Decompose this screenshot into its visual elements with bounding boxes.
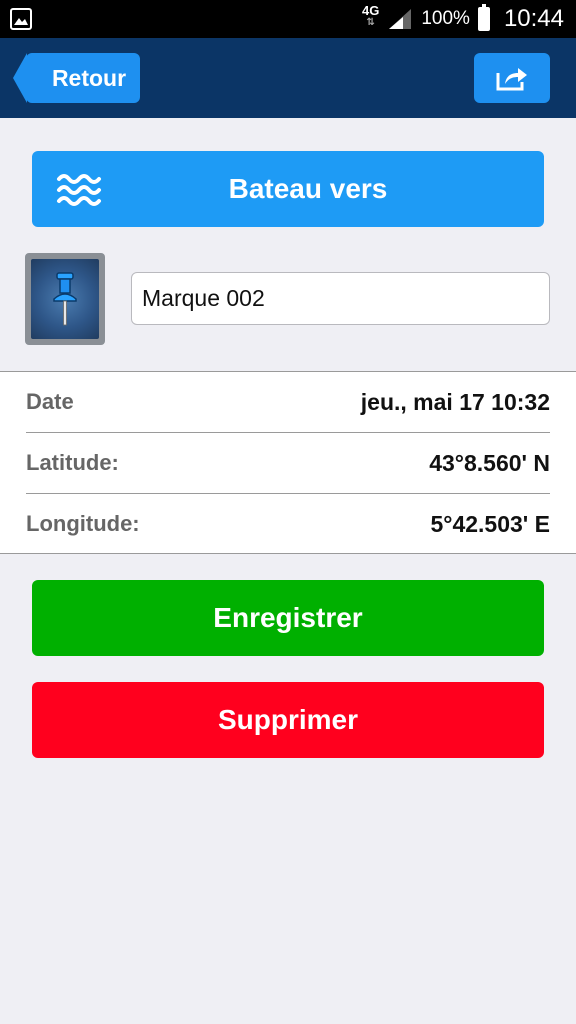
date-row: Date jeu., mai 17 10:32 [26,372,550,433]
latitude-label: Latitude: [26,450,119,475]
mark-info-table: Date jeu., mai 17 10:32 Latitude: 43°8.5… [0,371,576,554]
share-icon [496,68,527,91]
longitude-row: Longitude: 5°42.503' E [26,494,550,554]
delete-button[interactable]: Supprimer [32,682,544,758]
signal-icon [389,9,412,29]
battery-icon [477,4,490,31]
pushpin-icon [53,272,77,326]
boat-to-label: Bateau vers [228,173,388,204]
mark-icon-button[interactable] [25,253,105,345]
gallery-icon [10,8,32,30]
latitude-value: 43°8.560' N [429,449,550,476]
share-button[interactable] [474,53,550,103]
back-button[interactable]: Retour [13,53,140,103]
date-label: Date [26,389,74,414]
date-value: jeu., mai 17 10:32 [360,388,550,415]
status-indicators: 4G ⇅ 100% 10:44 [362,0,564,38]
clock: 10:44 [503,5,564,32]
status-bar: 4G ⇅ 100% 10:44 [0,0,576,38]
battery-percent: 100% [421,8,470,29]
nav-bar: Retour [0,38,576,118]
boat-to-button[interactable]: Bateau vers [32,151,544,227]
network-type: 4G [361,3,380,18]
save-button[interactable]: Enregistrer [32,580,544,656]
latitude-row: Latitude: 43°8.560' N [26,433,550,494]
longitude-value: 5°42.503' E [430,510,550,537]
network-indicator: 4G ⇅ [361,3,380,28]
longitude-label: Longitude: [26,511,140,536]
mark-name-input[interactable] [131,272,550,325]
